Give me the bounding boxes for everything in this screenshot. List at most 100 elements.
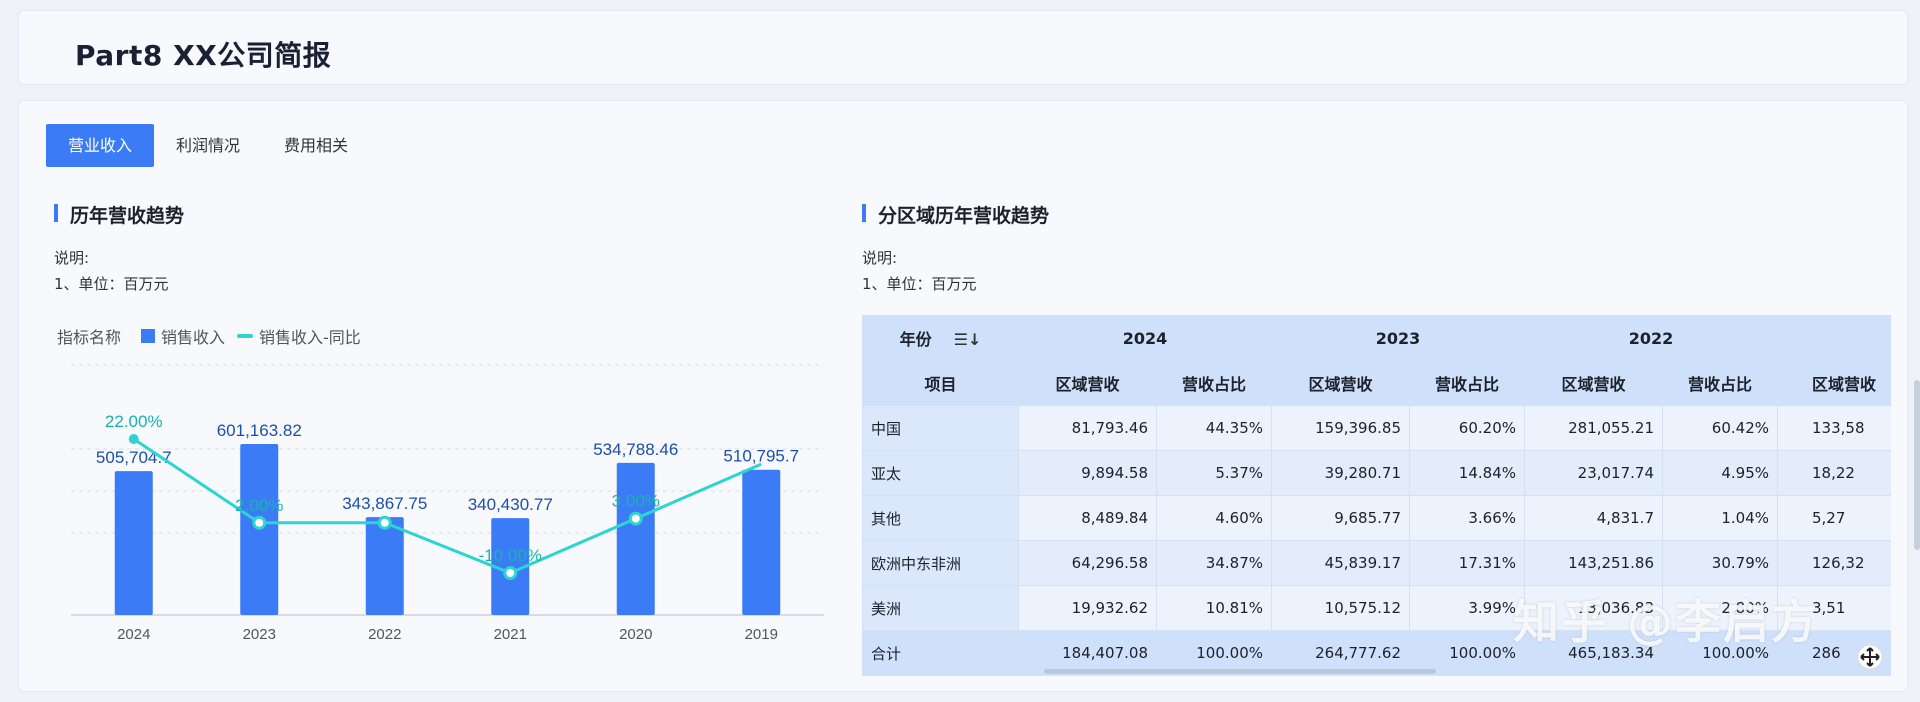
chart-legend: 指标名称 销售收入 销售收入-同比 [57,324,373,348]
left-note: 说明: 1、单位：百万元 [54,245,169,297]
tab-profit[interactable]: 利润情况 [154,124,262,167]
table-cell: 1.04% [1662,495,1778,541]
row-label: 美洲 [862,585,1019,631]
table-cell: 5,27 [1777,495,1891,541]
legend-item-sales[interactable]: 销售收入 [141,324,225,348]
bar-2024 [114,471,153,615]
table-cell: 133,58 [1777,405,1891,451]
table-cell: 4.95% [1662,450,1778,496]
table-cell: 19,932.62 [1018,585,1157,631]
page-vertical-scrollbar[interactable] [1914,380,1920,550]
yoy-label: -10.00% [479,546,542,565]
right-note-label: 说明: [862,249,898,267]
bar-label-2019: 510,795.7 [723,447,799,466]
sub-header-revenue: 区域营收 [1524,360,1663,406]
revenue-chart: 505,704.72024601,163.822023343,867.75202… [71,364,824,643]
right-note: 说明: 1、单位：百万元 [862,245,977,297]
table-cell: 9,894.58 [1018,450,1157,496]
yoy-point [128,434,139,444]
sub-header-revenue: 区域营收 [1777,360,1891,406]
sort-icon[interactable]: ☰↓ [954,330,982,349]
yoy-line [132,437,762,575]
sub-header-share: 营收占比 [1409,360,1525,406]
table-cell: 3.66% [1409,495,1525,541]
row-label: 亚太 [862,450,1019,496]
sub-header-share: 营收占比 [1156,360,1272,406]
table-row: 中国 81,793.46 44.35% 159,396.85 60.20% 281,055… [862,405,1891,451]
page-title: Part8 XX公司简报 [75,39,332,72]
left-note-text: 1、单位：百万元 [54,275,169,293]
x-tick-2019: 2019 [745,626,778,643]
legend-item-yoy[interactable]: 销售收入-同比 [237,324,361,348]
yoy-point [252,515,267,530]
tab-revenue[interactable]: 营业收入 [46,124,155,167]
right-note-text: 1、单位：百万元 [862,275,977,293]
yoy-label: 3.00% [612,492,660,511]
row-label: 中国 [862,405,1019,451]
bar-label-2022: 343,867.75 [342,494,427,513]
table-cell: 45,839.17 [1271,540,1410,586]
table-cell: 9,685.77 [1271,495,1410,541]
bar-2020 [616,462,655,615]
page-header: Part8 XX公司简报 [18,10,1908,85]
table-cell: 5.37% [1156,450,1272,496]
year-header-2023: 2023 [1271,315,1525,361]
bar-label-2021: 340,430.77 [468,495,553,514]
sub-header-revenue: 区域营收 [1271,360,1410,406]
year-header-2024: 2024 [1018,315,1272,361]
table-row: 亚太 9,894.58 5.37% 39,280.71 14.84% 23,017.74 4… [862,450,1891,496]
left-section-title: 历年营收趋势 [54,201,184,228]
table-cell: 17.31% [1409,540,1525,586]
yoy-label: 22.00% [105,412,163,431]
sub-header-revenue: 区域营收 [1018,360,1157,406]
move-icon[interactable] [1857,644,1883,670]
table-cell: 126,32 [1777,540,1891,586]
year-header-2021 [1777,315,1891,361]
table-cell: 23,017.74 [1524,450,1663,496]
table-cell: 4.60% [1156,495,1272,541]
year-header-row: 年份 ☰↓ 2024 2023 2022 [862,315,1891,361]
yoy-point [503,566,518,580]
table-horizontal-scrollbar[interactable] [1044,669,1436,674]
table-cell: 44.35% [1156,405,1272,451]
table-cell: 64,296.58 [1018,540,1157,586]
legend-line-swatch [237,334,254,338]
tab-bar: 营业收入 利润情况 费用相关 [46,124,370,167]
table-cell: 81,793.46 [1018,405,1157,451]
table-cell: 60.42% [1662,405,1778,451]
bar-label-2020: 534,788.46 [593,440,678,459]
sub-header-share: 营收占比 [1662,360,1778,406]
table-cell: 60.20% [1409,405,1525,451]
bar-label-2023: 601,163.82 [217,421,302,440]
legend-title: 指标名称 [57,328,122,347]
table-row: 欧洲中东非洲 64,296.58 34.87% 45,839.17 17.31% 143,… [862,540,1891,586]
year-header-2022: 2022 [1524,315,1778,361]
table-cell: 143,251.86 [1524,540,1663,586]
year-header-cell: 年份 ☰↓ [862,315,1019,361]
x-tick-2022: 2022 [368,626,401,643]
yoy-point [628,511,643,526]
bar-2019 [742,469,781,615]
watermark-text: 知乎 @李启方 [1513,595,1820,649]
table-cell: 8,489.84 [1018,495,1157,541]
table-cell: 10.81% [1156,585,1272,631]
table-cell: 281,055.21 [1524,405,1663,451]
table-cell: 10,575.12 [1271,585,1410,631]
x-tick-2024: 2024 [117,626,150,643]
tab-expense[interactable]: 费用相关 [262,124,370,167]
table-cell: 39,280.71 [1271,450,1410,496]
table-cell: 159,396.85 [1271,405,1410,451]
yoy-point [377,515,392,530]
row-label: 欧洲中东非洲 [862,540,1019,586]
legend-bar-swatch [141,329,156,343]
table-row: 其他 8,489.84 4.60% 9,685.77 3.66% 4,831.7 1.04%… [862,495,1891,541]
sub-header-row: 项目 区域营收 营收占比 区域营收 营收占比 区域营收 营收占比 区域营收 [862,360,1891,406]
table-cell: 4,831.7 [1524,495,1663,541]
item-header-cell: 项目 [862,360,1019,406]
table-cell: 3.99% [1409,585,1525,631]
x-tick-2021: 2021 [494,626,527,643]
yoy-label: 2.00% [235,496,283,515]
x-tick-2020: 2020 [619,626,652,643]
bar-2022 [365,517,404,615]
x-tick-2023: 2023 [243,626,276,643]
